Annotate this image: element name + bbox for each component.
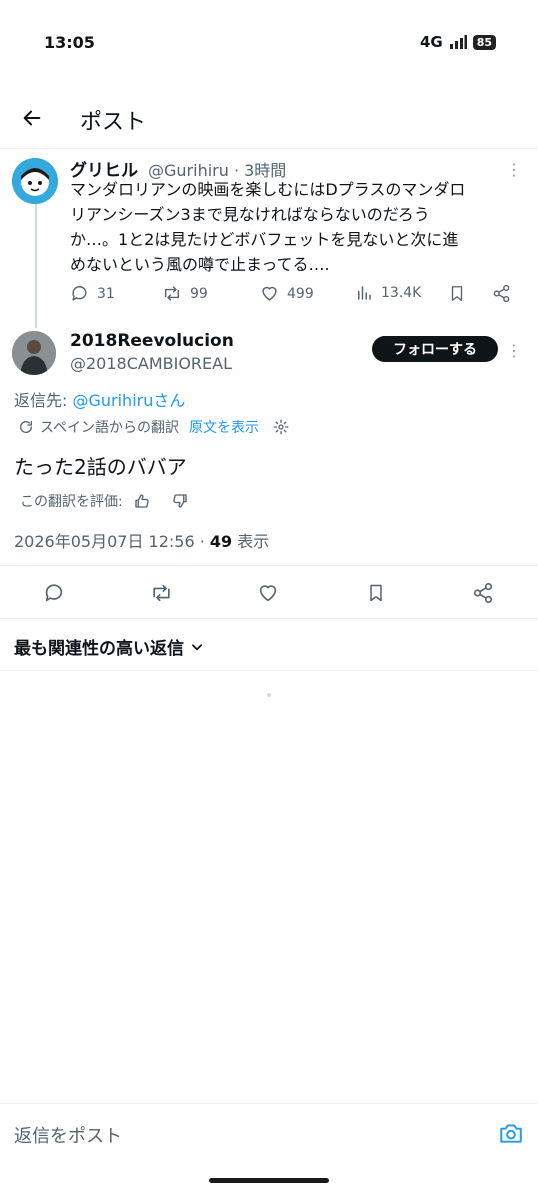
signal-icon (449, 35, 467, 49)
repost-button[interactable]: 99 (162, 284, 208, 303)
status-time: 13:05 (44, 33, 95, 52)
views-button[interactable]: 13.4K (355, 284, 421, 302)
views-count: 13.4K (381, 285, 422, 301)
network-type: 4G (419, 33, 443, 51)
main-post-actions (0, 578, 538, 608)
chevron-down-icon (192, 643, 202, 650)
reply-composer-input[interactable]: 返信をポスト (14, 1122, 122, 1148)
post-text-line: めないという風の噂で止まってる…. (70, 255, 330, 274)
bookmark-icon (451, 286, 463, 301)
post-meta: 2026年05月07日 12:56 · 49 表示 (14, 528, 269, 552)
reply-to: 返信先: @Gurihiruさん (14, 387, 185, 411)
meta-divider (0, 565, 538, 566)
thumbs-down-icon[interactable] (171, 492, 189, 510)
views-label: 表示 (232, 532, 270, 551)
like-button[interactable]: 499 (260, 284, 314, 303)
camera-button[interactable] (498, 1120, 524, 1146)
avatar[interactable] (12, 158, 58, 204)
like-icon (262, 286, 277, 301)
reply-count: 31 (97, 285, 115, 302)
reply-to-user-link[interactable]: @Gurihiruさん (72, 391, 185, 410)
share-icon (493, 284, 510, 303)
reply-to-prefix: 返信先: (14, 391, 73, 410)
more-icon[interactable]: ⋮ (506, 341, 522, 360)
post-text-line: か…。1と2は見たけどボバフェットを見ないと次に進 (70, 230, 459, 249)
show-original-link[interactable]: 原文を表示 (189, 417, 259, 437)
avatar[interactable] (12, 331, 56, 375)
repost-count: 99 (190, 285, 208, 302)
view-count: 49 (209, 532, 233, 551)
reply-button[interactable]: 31 (70, 284, 115, 303)
repost-icon (164, 286, 180, 301)
thread-line (35, 204, 37, 328)
header-divider (0, 148, 538, 149)
bookmark-icon (370, 584, 382, 602)
status-indicators: 4G 85 (420, 33, 496, 51)
like-button[interactable] (253, 578, 283, 608)
replies-sort-label: 最も関連性の高い返信 (14, 639, 184, 659)
post-text: マンダロリアンの映画を楽しむにはDプラスのマンダロ リアンシーズン3まで見なけれ… (70, 177, 528, 277)
post-text-line: マンダロリアンの映画を楽しむにはDプラスのマンダロ (70, 180, 466, 199)
sort-divider (0, 670, 538, 671)
like-count: 499 (287, 285, 314, 302)
composer-divider (0, 1103, 538, 1104)
post-text-line: リアンシーズン3まで見なければならないのだろう (70, 205, 430, 224)
avatar-illustration (12, 158, 58, 204)
bookmark-button[interactable] (448, 284, 466, 303)
repost-icon (152, 584, 170, 602)
author-handle[interactable]: @2018CAMBIOREAL (70, 354, 232, 373)
avatar-photo (12, 331, 56, 375)
share-button[interactable] (492, 284, 511, 303)
thumbs-up-icon[interactable] (133, 492, 151, 510)
actions-divider (0, 618, 538, 619)
rate-translation-label: この翻訳を評価: (20, 494, 123, 510)
bookmark-button[interactable] (361, 578, 391, 608)
back-arrow-icon (23, 110, 41, 126)
page-title: ポスト (80, 110, 147, 135)
loading-indicator (267, 693, 271, 697)
share-button[interactable] (468, 578, 498, 608)
views-icon (358, 286, 371, 300)
rate-translation: この翻訳を評価: (20, 491, 189, 511)
follow-button[interactable]: フォローする (372, 336, 498, 362)
post-actions: 31 99 499 13.4K (70, 284, 522, 308)
like-icon (259, 585, 277, 602)
share-icon (473, 583, 493, 603)
translated-from-label: スペイン語からの翻訳 (40, 420, 180, 436)
reply-button[interactable] (39, 578, 69, 608)
repost-button[interactable] (146, 578, 176, 608)
gear-icon[interactable] (273, 419, 289, 435)
post-text: たった2話のババア (14, 455, 187, 479)
home-indicator[interactable] (209, 1178, 329, 1183)
back-button[interactable] (16, 102, 48, 134)
replies-sort-dropdown[interactable]: 最も関連性の高い返信 (14, 634, 204, 659)
author-name[interactable]: 2018Reevolucion (70, 331, 234, 351)
reply-icon (45, 584, 63, 602)
camera-icon (500, 1124, 522, 1143)
translation-info: スペイン語からの翻訳 原文を表示 (18, 417, 289, 437)
translate-icon (20, 421, 33, 433)
reply-icon (72, 286, 87, 301)
timestamp: 2026年05月07日 12:56 · (14, 532, 210, 551)
battery-level: 85 (472, 34, 496, 50)
